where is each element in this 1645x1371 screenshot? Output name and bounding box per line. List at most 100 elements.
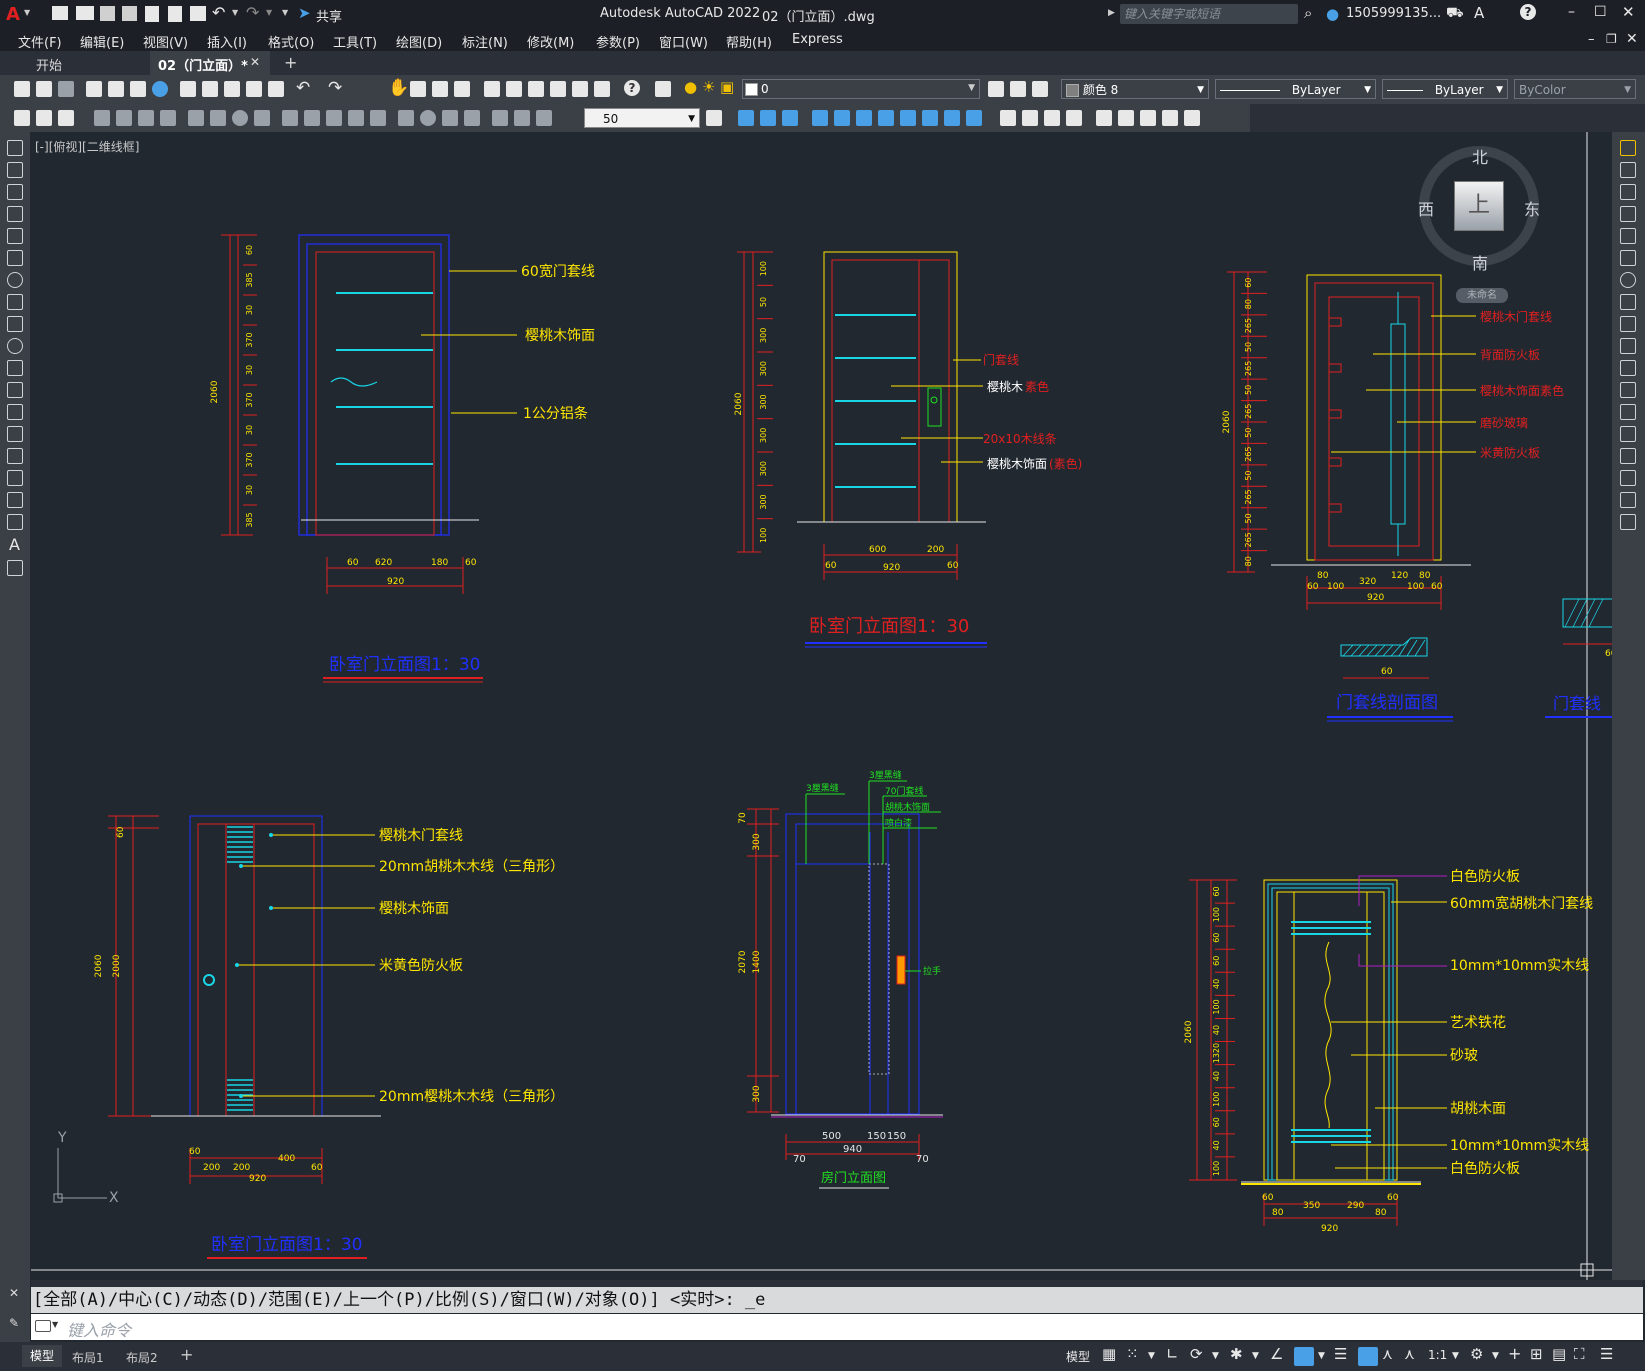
menu-view[interactable]: 视图(V) [143, 32, 188, 51]
copy-side-icon[interactable] [1620, 162, 1636, 178]
doc-close-icon[interactable]: ✕ [1626, 31, 1638, 47]
rotate-side-icon[interactable] [1620, 272, 1636, 288]
open-icon[interactable] [36, 81, 52, 97]
wcs-menu[interactable]: 未命名 [1456, 288, 1508, 303]
add-selected-icon[interactable] [7, 560, 23, 576]
viewcube-west[interactable]: 西 [1418, 196, 1434, 220]
layout-tab-model[interactable]: 模型 [22, 1345, 62, 1367]
open-web-icon[interactable] [145, 6, 159, 22]
erase-side-icon[interactable] [1620, 140, 1636, 156]
fillet-side-icon[interactable] [1620, 470, 1636, 486]
join-icon[interactable] [1022, 110, 1038, 126]
minimize-icon[interactable]: – [1568, 4, 1575, 20]
3d-dwf-icon[interactable] [152, 81, 168, 97]
menu-window[interactable]: 窗口(W) [659, 32, 708, 51]
block-editor-icon[interactable] [268, 81, 284, 97]
toolbar-undo-icon[interactable]: ↶ [296, 78, 310, 98]
drawing-canvas[interactable]: [-][俯视][二维线框] 2060 60 385 30 370 30 370 30 370 3… [31, 132, 1612, 1280]
ellipse-icon[interactable] [7, 338, 23, 354]
match-properties-icon[interactable] [246, 81, 262, 97]
dim-reassociate-icon[interactable] [536, 110, 552, 126]
make-block-icon[interactable] [7, 404, 23, 420]
explode-icon[interactable] [1096, 110, 1112, 126]
doc-restore-icon[interactable]: ❐ [1606, 32, 1617, 46]
cart-icon[interactable]: ⛟ [1446, 5, 1464, 23]
grid-icon[interactable]: ▦ [1102, 1345, 1116, 1363]
break-side-icon[interactable] [1620, 404, 1636, 420]
move-side-icon[interactable] [1620, 250, 1636, 266]
array-icon[interactable] [834, 110, 850, 126]
autodesk-a360-icon[interactable]: A [1474, 4, 1484, 22]
circle-icon[interactable] [7, 272, 23, 288]
command-grip[interactable]: ✕ ✎ [0, 1280, 30, 1342]
dim-aligned-icon[interactable] [116, 110, 132, 126]
break-point-side-icon[interactable] [1620, 382, 1636, 398]
annotation-visibility-icon[interactable] [1358, 1347, 1378, 1366]
user-name[interactable]: 1505999135... [1346, 6, 1441, 21]
tolerance-icon[interactable] [398, 110, 414, 126]
user-icon[interactable]: ● [1326, 5, 1339, 23]
layout-tab-1[interactable]: 布局1 [72, 1349, 104, 1366]
menu-help[interactable]: 帮助(H) [726, 32, 772, 51]
rectangle-icon[interactable] [7, 228, 23, 244]
tab-start[interactable]: 开始 [22, 51, 148, 75]
quickcalc-icon[interactable] [594, 81, 610, 97]
quick-dim-icon[interactable] [282, 110, 298, 126]
trim-side-icon[interactable] [1620, 338, 1636, 354]
add-layout-icon[interactable]: + [180, 1345, 193, 1364]
erase-icon[interactable] [738, 110, 754, 126]
osnap-icon[interactable] [1294, 1347, 1314, 1366]
jogged-linear-icon[interactable] [464, 110, 480, 126]
new-file-icon[interactable] [52, 6, 68, 20]
quick-properties-icon[interactable]: ▤ [1552, 1345, 1566, 1363]
inspection-icon[interactable] [442, 110, 458, 126]
polar-dropdown-icon[interactable]: ▼ [1212, 1351, 1219, 1361]
workspace-dropdown-icon[interactable]: ▼ [1492, 1351, 1499, 1361]
dim-override-icon[interactable] [58, 110, 74, 126]
save-web-icon[interactable] [168, 6, 182, 22]
autocad-logo-icon[interactable]: A [6, 4, 20, 25]
center-mark-icon[interactable] [420, 110, 436, 126]
draworder-icon[interactable] [1118, 110, 1134, 126]
open-file-icon[interactable] [76, 6, 94, 20]
mtext-icon[interactable]: A [9, 535, 20, 554]
fullscreen-icon[interactable]: ⛶ [1574, 1345, 1585, 1363]
polygon-icon[interactable] [7, 206, 23, 222]
save-as-icon[interactable] [122, 6, 137, 21]
polyline-icon[interactable] [7, 184, 23, 200]
design-center-icon[interactable] [506, 81, 522, 97]
markup-icon[interactable] [572, 81, 588, 97]
save-icon[interactable] [100, 6, 115, 21]
save-toolbar-icon[interactable] [58, 81, 74, 97]
menu-file[interactable]: 文件(F) [18, 32, 62, 51]
doc-minimize-icon[interactable]: – [1588, 32, 1595, 47]
osnap-dropdown-icon[interactable]: ▼ [1318, 1351, 1325, 1361]
scale-icon[interactable] [900, 110, 916, 126]
command-recent-chevron-icon[interactable]: ▼ [52, 1320, 58, 1329]
dim-style-icon[interactable] [14, 110, 30, 126]
explode-side-icon[interactable] [1620, 514, 1636, 530]
customization-icon[interactable]: ☰ [1600, 1345, 1613, 1363]
zoom-previous-icon[interactable] [454, 81, 470, 97]
customize-qat-icon[interactable]: ▼ [282, 8, 288, 17]
menu-modify[interactable]: 修改(M) [527, 32, 574, 51]
menu-draw[interactable]: 绘图(D) [396, 32, 442, 51]
extend-side-icon[interactable] [1620, 360, 1636, 376]
layout-tab-2[interactable]: 布局2 [126, 1349, 158, 1366]
lineweight-dropdown[interactable]: ByLayer ▼ [1382, 79, 1508, 99]
mirror-icon[interactable] [782, 110, 798, 126]
osnap-tracking-icon[interactable]: ∠ [1270, 1345, 1283, 1363]
dim-text-edit-icon[interactable] [514, 110, 530, 126]
extend-icon[interactable] [966, 110, 982, 126]
dim-diameter-icon[interactable] [232, 110, 248, 126]
undo-icon[interactable]: ↶ [212, 3, 225, 22]
draworder-back-icon[interactable] [1162, 110, 1178, 126]
point-icon[interactable] [7, 426, 23, 442]
menu-tools[interactable]: 工具(T) [333, 32, 377, 51]
gradient-icon[interactable] [7, 470, 23, 486]
scale-side-icon[interactable] [1620, 294, 1636, 310]
line-tool-icon[interactable] [7, 140, 23, 156]
color-dropdown[interactable]: 颜色 8 ▼ [1061, 79, 1209, 99]
publish-icon[interactable] [130, 81, 146, 97]
isodraft-dropdown-icon[interactable]: ▼ [1252, 1351, 1259, 1361]
